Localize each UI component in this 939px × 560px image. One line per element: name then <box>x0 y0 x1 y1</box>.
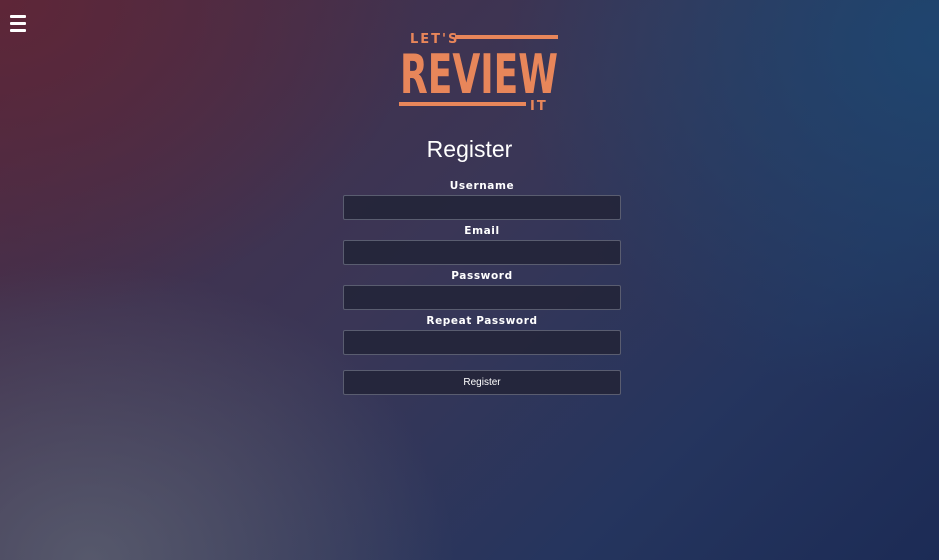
repeat-password-input[interactable] <box>343 330 621 355</box>
email-label: Email <box>464 225 500 237</box>
logo-text-review: REVIEW <box>400 43 558 106</box>
register-button[interactable]: Register <box>343 370 621 395</box>
logo-rule-bottom <box>399 102 526 106</box>
password-label: Password <box>451 270 513 282</box>
lets-review-it-logo: LET'S REVIEW IT <box>399 32 558 113</box>
logo-text-it: IT <box>530 99 548 113</box>
password-input[interactable] <box>343 285 621 310</box>
repeat-password-label: Repeat Password <box>426 315 538 327</box>
register-form: Username Email Password Repeat Password … <box>343 178 621 395</box>
page-title: Register <box>426 136 513 162</box>
username-input[interactable] <box>343 195 621 220</box>
username-label: Username <box>449 180 515 192</box>
hamburger-menu-icon[interactable] <box>10 15 26 32</box>
email-input[interactable] <box>343 240 621 265</box>
logo-rule-top <box>455 35 558 39</box>
